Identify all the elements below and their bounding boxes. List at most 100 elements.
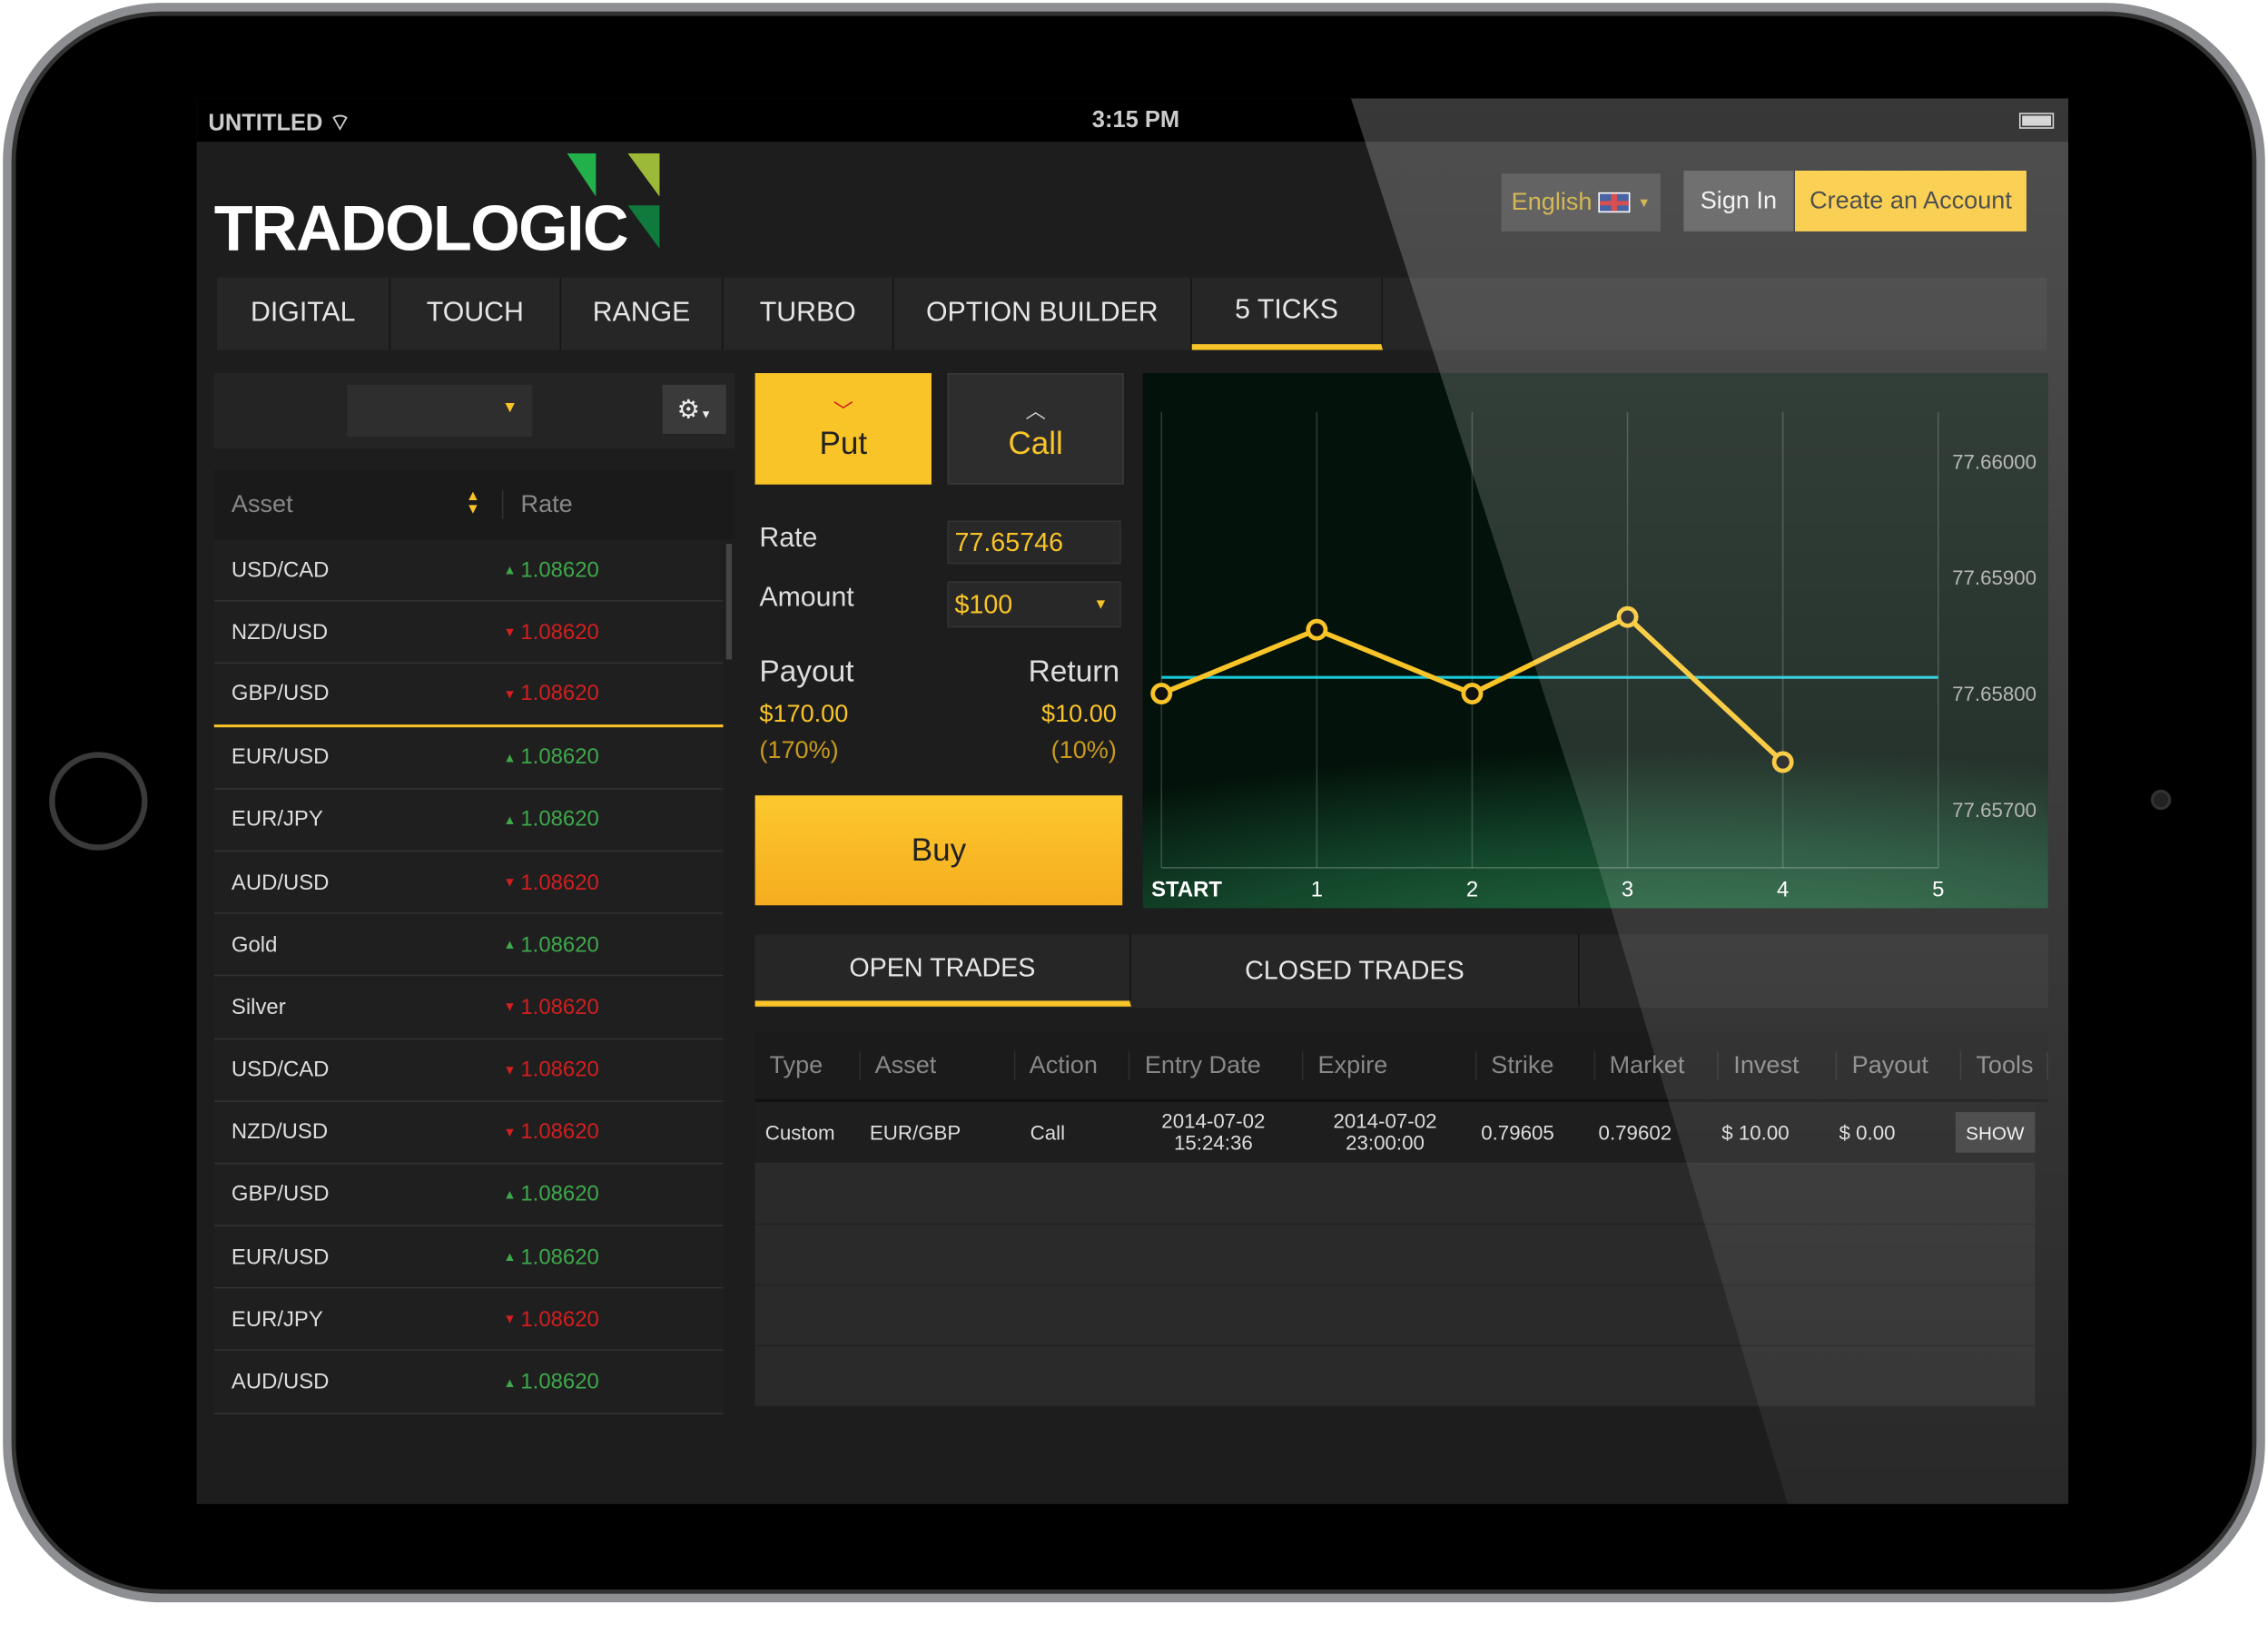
tab-range[interactable]: RANGE xyxy=(561,277,724,350)
payout-value: $170.00 xyxy=(759,700,849,728)
trades-table: Type Asset Action Entry Date Expire Strike Mar… xyxy=(754,1032,2048,1408)
empty-row xyxy=(754,1285,2036,1347)
clock: 3:15 PM xyxy=(1091,108,1180,133)
y-tick-label: 77.66000 xyxy=(1952,450,2036,473)
cell-payout: $ 0.00 xyxy=(1839,1120,1896,1145)
expire-date: 2014-07-02 xyxy=(1333,1108,1437,1133)
tab-5-ticks[interactable]: 5 TICKS xyxy=(1191,277,1384,350)
arrow-down-icon: ▼ xyxy=(503,999,517,1015)
column-payout: Payout xyxy=(1838,1051,1962,1081)
chevron-down-icon: ▼ xyxy=(1093,596,1109,613)
asset-rate: 1.08620 xyxy=(520,1119,599,1145)
carrier: UNTITLED xyxy=(208,111,323,136)
asset-row[interactable]: AUD/USD ▲ 1.08620 xyxy=(213,1351,724,1414)
tick-point xyxy=(1616,605,1639,628)
asset-row[interactable]: Gold ▲ 1.08620 xyxy=(213,914,724,977)
asset-name: EUR/USD xyxy=(231,744,330,770)
arrow-up-icon: ▲ xyxy=(503,750,517,765)
chevron-down-icon: ▼ xyxy=(501,399,518,417)
asset-rate: 1.08620 xyxy=(520,557,599,583)
asset-name: AUD/USD xyxy=(231,1369,330,1394)
asset-rate: 1.08620 xyxy=(520,1057,599,1082)
expire-time: 23:00:00 xyxy=(1346,1130,1425,1155)
amount-label: Amount xyxy=(759,583,854,614)
tab-turbo[interactable]: TURBO xyxy=(724,277,894,350)
chart-svg: START 1 2 3 4 5 77.66000 77.65900 77.65800 77.657… xyxy=(1150,412,2036,902)
create-account-button[interactable]: Create an Account xyxy=(1795,170,2026,231)
arrow-up-icon: ▲ xyxy=(503,562,517,577)
scrollbar[interactable] xyxy=(725,544,733,660)
asset-row[interactable]: NZD/USD ▼ 1.08620 xyxy=(213,1101,724,1165)
x-tick-label: 1 xyxy=(1311,878,1323,902)
return-percent: (10%) xyxy=(1050,735,1117,764)
tab-digital[interactable]: DIGITAL xyxy=(217,277,391,350)
product-tabs: DIGITAL TOUCH RANGE TURBO OPTION BUILDER… xyxy=(216,277,2047,350)
trades-table-header: Type Asset Action Entry Date Expire Strike Mar… xyxy=(754,1032,2048,1102)
asset-rate: 1.08620 xyxy=(520,994,599,1019)
asset-toolbar: ▼ ⚙▼ xyxy=(213,373,735,448)
asset-name: Gold xyxy=(231,932,278,958)
asset-row[interactable]: EUR/USD ▲ 1.08620 xyxy=(213,1226,724,1289)
chevron-down-icon: ▼ xyxy=(700,408,712,421)
settings-gear-button[interactable]: ⚙▼ xyxy=(662,384,726,434)
put-button[interactable]: ﹀ Put xyxy=(754,373,932,485)
asset-row[interactable]: AUD/USD ▼ 1.08620 xyxy=(213,851,724,915)
logo-mark-icon xyxy=(567,153,660,250)
asset-row[interactable]: Silver ▼ 1.08620 xyxy=(213,976,724,1039)
chevron-up-icon: ︿ xyxy=(1025,398,1046,422)
empty-row xyxy=(754,1346,2036,1408)
asset-row[interactable]: EUR/JPY ▲ 1.08620 xyxy=(213,789,724,852)
asset-row[interactable]: GBP/USD ▲ 1.08620 xyxy=(213,1164,724,1227)
sort-icon[interactable]: ▲ ▼ xyxy=(466,489,480,517)
cell-invest: $ 10.00 xyxy=(1721,1120,1790,1145)
put-label: Put xyxy=(819,424,868,461)
buy-button[interactable]: Buy xyxy=(754,795,1123,906)
asset-rate: 1.08620 xyxy=(520,870,599,895)
battery-icon xyxy=(2018,113,2055,129)
category-dropdown[interactable]: ▼ xyxy=(347,384,533,438)
asset-row[interactable]: NZD/USD ▼ 1.08620 xyxy=(213,602,724,664)
tick-chart: START 1 2 3 4 5 77.66000 77.65900 77.65800 77.657… xyxy=(1142,373,2048,909)
asset-panel: ▼ ⚙▼ Asset ▲ ▼ Rate USD/CAD ▲ 1.08620 NZD/… xyxy=(213,373,735,1414)
asset-rate: 1.08620 xyxy=(520,682,599,707)
asset-name: Silver xyxy=(231,994,286,1019)
asset-row[interactable]: EUR/USD ▲ 1.08620 xyxy=(213,726,724,790)
x-tick-label: 5 xyxy=(1932,878,1944,902)
tick-point xyxy=(1150,683,1173,705)
tab-option-builder[interactable]: OPTION BUILDER xyxy=(894,277,1192,350)
x-tick-label: 3 xyxy=(1622,878,1633,902)
return-value: $10.00 xyxy=(1041,700,1117,728)
tab-open-trades[interactable]: OPEN TRADES xyxy=(754,934,1131,1007)
asset-row[interactable]: EUR/JPY ▼ 1.08620 xyxy=(213,1288,724,1352)
home-button[interactable] xyxy=(49,752,148,851)
tab-touch[interactable]: TOUCH xyxy=(390,277,562,350)
column-market: Market xyxy=(1595,1051,1720,1081)
tick-point xyxy=(1461,683,1484,705)
asset-rate: 1.08620 xyxy=(520,1369,599,1394)
asset-name: EUR/JPY xyxy=(231,807,323,832)
tab-closed-trades[interactable]: CLOSED TRADES xyxy=(1131,934,1580,1007)
show-button[interactable]: SHOW xyxy=(1955,1112,2036,1153)
asset-row[interactable]: GBP/USD ▼ 1.08620 xyxy=(213,664,724,727)
table-row: Custom EUR/GBP Call 2014-07-02 15:24:36 2… xyxy=(754,1101,2036,1165)
asset-name: NZD/USD xyxy=(231,1119,329,1145)
asset-name: EUR/JPY xyxy=(231,1306,323,1332)
amount-dropdown[interactable]: $100 ▼ xyxy=(947,581,1121,628)
entry-date: 2014-07-02 xyxy=(1161,1108,1266,1133)
language-select[interactable]: English ▼ xyxy=(1501,173,1661,231)
asset-rate: 1.08620 xyxy=(520,932,599,958)
sign-in-button[interactable]: Sign In xyxy=(1683,170,1794,231)
asset-rate: 1.08620 xyxy=(520,1245,599,1270)
asset-row[interactable]: USD/CAD ▲ 1.08620 xyxy=(213,539,724,603)
asset-name: AUD/USD xyxy=(231,870,330,895)
asset-rate: 1.08620 xyxy=(520,1306,599,1332)
asset-name: USD/CAD xyxy=(231,557,330,583)
uk-flag-icon xyxy=(1599,192,1632,213)
cell-action: Call xyxy=(1030,1120,1066,1145)
arrow-down-icon: ▼ xyxy=(503,686,517,702)
column-asset[interactable]: Asset xyxy=(214,490,504,519)
cell-asset: EUR/GBP xyxy=(869,1120,961,1145)
asset-row[interactable]: USD/CAD ▼ 1.08620 xyxy=(213,1038,724,1102)
column-type: Type xyxy=(755,1051,861,1081)
call-button[interactable]: ︿ Call xyxy=(947,373,1124,485)
